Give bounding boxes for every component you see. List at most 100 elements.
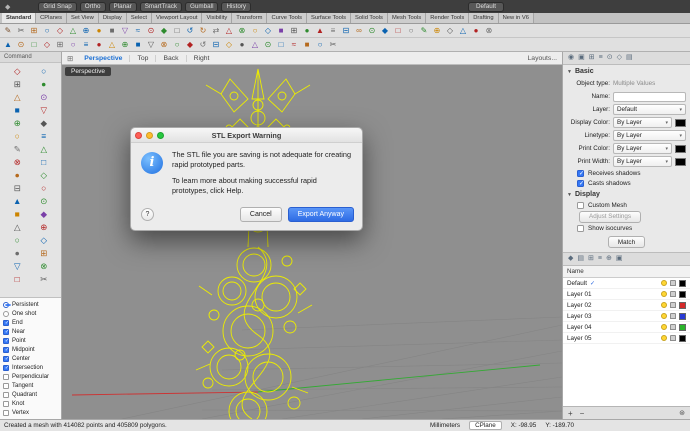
layouts-button[interactable]: Layouts... (528, 55, 557, 62)
tool-icon[interactable]: ○ (4, 130, 31, 142)
viewport-title-badge[interactable]: Perspective (65, 67, 111, 76)
toolbar-tab-standard[interactable]: Standard (2, 13, 37, 23)
tool-icon[interactable]: ✂ (31, 273, 58, 285)
toolbar-icon[interactable]: ≡ (327, 25, 339, 37)
export-anyway-button[interactable]: Export Anyway (287, 207, 354, 222)
tool-icon[interactable]: ◇ (31, 169, 58, 181)
osnap-radio-persistent[interactable] (3, 301, 11, 308)
toolbar-tab-drafting[interactable]: Drafting (469, 13, 499, 23)
toolbar-icon[interactable]: ⊙ (366, 25, 378, 37)
tool-icon[interactable]: ◆ (31, 117, 58, 129)
section-basic[interactable]: Basic (563, 65, 690, 77)
toolbar-tab-set-view[interactable]: Set View (67, 13, 99, 23)
display-color-swatch[interactable] (675, 118, 686, 127)
properties-panel-icon[interactable]: ◇ (617, 52, 622, 64)
toolbar-icon[interactable]: ≈ (288, 39, 300, 51)
tool-icon[interactable]: ✎ (4, 143, 31, 155)
toolbar-icon[interactable]: ✂ (327, 39, 339, 51)
tool-icon[interactable]: ⊟ (4, 182, 31, 194)
tool-icon[interactable]: ● (31, 78, 58, 90)
zoom-button[interactable] (157, 131, 164, 139)
toolbar-icon[interactable]: △ (457, 25, 469, 37)
toolbar-icon[interactable]: ● (93, 39, 105, 51)
toolbar-icon[interactable]: ◇ (262, 25, 274, 37)
tool-icon[interactable]: ▽ (31, 104, 58, 116)
toolbar-icon[interactable]: ● (93, 25, 105, 37)
print-width-dropdown[interactable]: By Layer (613, 156, 672, 167)
layer-color-swatch[interactable] (679, 279, 686, 287)
osnap-checkbox-quadrant[interactable] (3, 391, 9, 398)
tool-icon[interactable]: ◆ (31, 208, 58, 220)
viewport-canvas[interactable]: Perspective (62, 65, 562, 419)
toolbar-icon[interactable]: △ (223, 25, 235, 37)
layer-color-swatch[interactable] (679, 301, 686, 309)
tool-icon[interactable]: ◇ (31, 234, 58, 246)
layer-color-swatch[interactable] (679, 312, 686, 320)
tool-icon[interactable]: ⊕ (31, 221, 58, 233)
toolbar-tab-visibility[interactable]: Visibility (202, 13, 233, 23)
toolbar-icon[interactable]: ⊕ (80, 25, 92, 37)
toolbar-tab-cplanes[interactable]: CPlanes (36, 13, 68, 23)
toolbar-toggle-smarttrack[interactable]: SmartTrack (139, 1, 183, 12)
layers-panel-icon[interactable]: ▣ (616, 253, 623, 265)
properties-panel-icon[interactable]: ▣ (578, 52, 585, 64)
toolbar-icon[interactable]: ▽ (145, 39, 157, 51)
toolbar-icon[interactable]: ○ (67, 39, 79, 51)
toolbar-icon[interactable]: ≈ (132, 25, 144, 37)
toolbar-icon[interactable]: ■ (275, 25, 287, 37)
layer-row[interactable]: Layer 05 (563, 333, 690, 344)
toolbar-icon[interactable]: ↺ (184, 25, 196, 37)
tool-icon[interactable]: ○ (4, 234, 31, 246)
toolbar-tab-new-in-v6[interactable]: New in V6 (498, 13, 534, 23)
layers-panel-icon[interactable]: ◆ (568, 253, 573, 265)
toolbar-icon[interactable]: ⊗ (236, 25, 248, 37)
layer-visibility-bulb-icon[interactable] (661, 302, 667, 308)
layer-color-swatch[interactable] (679, 323, 686, 331)
layer-row[interactable]: Layer 01 (563, 289, 690, 300)
tool-icon[interactable]: □ (31, 156, 58, 168)
toolbar-icon[interactable]: ⊞ (288, 25, 300, 37)
tool-icon[interactable]: ⊗ (31, 260, 58, 272)
default-display-mode-button[interactable]: Default (468, 1, 504, 12)
osnap-checkbox-end[interactable] (3, 319, 10, 326)
toolbar-icon[interactable]: ⊟ (210, 39, 222, 51)
toolbar-icon[interactable]: ○ (171, 39, 183, 51)
toolbar-icon[interactable]: ■ (301, 39, 313, 51)
osnap-radio-one-shot[interactable] (3, 310, 9, 317)
layer-visibility-bulb-icon[interactable] (661, 324, 667, 330)
layer-lock-icon[interactable] (670, 280, 676, 286)
tool-icon[interactable]: ○ (31, 65, 58, 77)
toolbar-icon[interactable]: ○ (249, 25, 261, 37)
toolbar-icon[interactable]: □ (392, 25, 404, 37)
casts-shadows-checkbox[interactable] (577, 179, 585, 187)
layer-lock-icon[interactable] (670, 302, 676, 308)
toolbar-icon[interactable]: ● (301, 25, 313, 37)
viewport-tab-perspective[interactable]: Perspective (77, 55, 129, 62)
toolbar-icon[interactable]: ○ (314, 39, 326, 51)
tool-icon[interactable]: ⊞ (4, 78, 31, 90)
toolbar-icon[interactable]: ⊙ (262, 39, 274, 51)
toolbar-icon[interactable]: ◆ (184, 39, 196, 51)
toolbar-icon[interactable]: ◆ (158, 25, 170, 37)
layers-panel-icon[interactable]: ▤ (577, 253, 584, 265)
toolbar-icon[interactable]: ○ (405, 25, 417, 37)
layer-row[interactable]: Default ✓ (563, 278, 690, 289)
tool-icon[interactable]: ■ (4, 208, 31, 220)
toolbar-tab-curve-tools[interactable]: Curve Tools (267, 13, 307, 23)
osnap-checkbox-center[interactable] (3, 355, 10, 362)
toolbar-icon[interactable]: ◇ (444, 25, 456, 37)
properties-panel-icon[interactable]: ▤ (626, 52, 633, 64)
toolbar-icon[interactable]: □ (275, 39, 287, 51)
toolbar-toggle-history[interactable]: History (221, 1, 252, 12)
remove-layer-button[interactable]: − (580, 409, 585, 418)
toolbar-icon[interactable]: ■ (132, 39, 144, 51)
toolbar-icon[interactable]: ● (236, 39, 248, 51)
tool-icon[interactable]: ⊕ (4, 117, 31, 129)
match-button[interactable]: Match (607, 236, 646, 248)
toolbar-icon[interactable]: ⊞ (54, 39, 66, 51)
minimize-button[interactable] (146, 131, 153, 139)
osnap-checkbox-point[interactable] (3, 337, 10, 344)
print-color-dropdown[interactable]: By Layer (613, 143, 672, 154)
cplane-button[interactable]: CPlane (469, 421, 502, 430)
name-input[interactable] (613, 91, 686, 102)
